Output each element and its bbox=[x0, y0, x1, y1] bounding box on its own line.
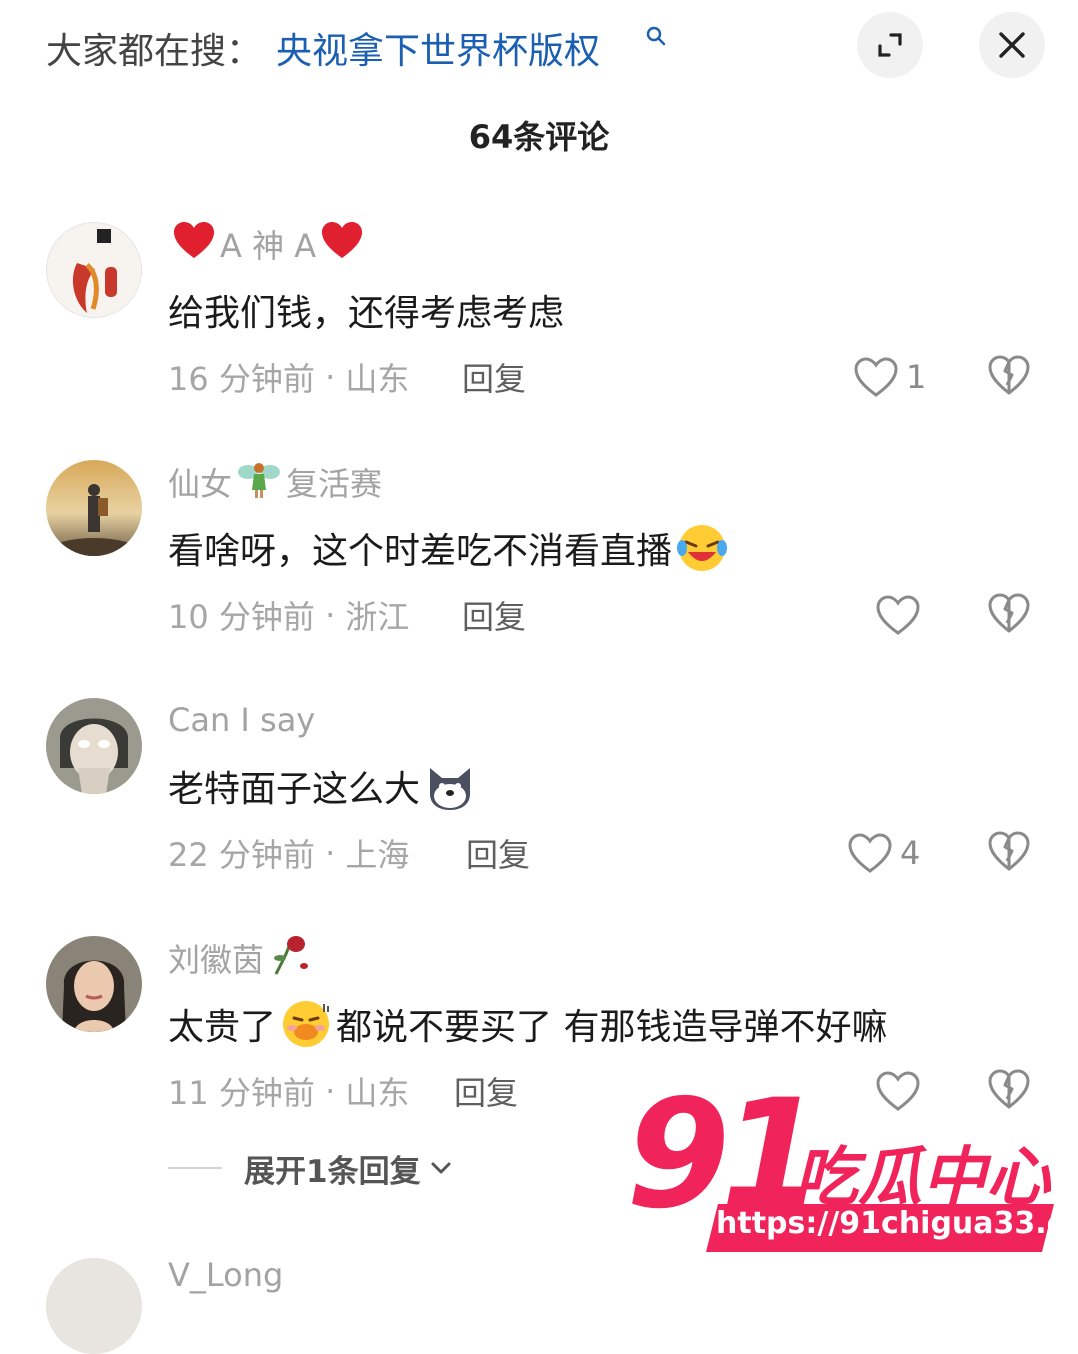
username[interactable]: Can I say bbox=[168, 698, 315, 742]
expand-button[interactable] bbox=[857, 12, 923, 78]
username-text: A 神 A bbox=[220, 227, 317, 265]
comment-meta: 10 分钟前 · 浙江 bbox=[168, 592, 409, 638]
comment-text-content: 太贵了 bbox=[168, 1007, 277, 1048]
watermark-logo: 91 吃瓜中心 https://91chigua33.com bbox=[626, 1068, 1078, 1256]
wilted-rose-icon bbox=[268, 932, 312, 985]
close-icon bbox=[999, 32, 1025, 58]
comment-text-content: 都说不要买了 有那钱造导弹不好嘛 bbox=[336, 1007, 888, 1048]
comment-location: 山东 bbox=[345, 1074, 410, 1112]
top-bar: 大家都在搜： 央视拿下世界杯版权 bbox=[0, 0, 1078, 92]
comment-time: 16 分钟前 bbox=[168, 360, 315, 398]
comment-meta: 16 分钟前 · 山东 bbox=[168, 354, 409, 400]
like-count: 4 bbox=[900, 834, 921, 872]
red-heart-icon bbox=[320, 220, 364, 269]
avatar[interactable] bbox=[46, 222, 142, 318]
comment-text-content: 看啥呀，这个时差吃不消看直播 bbox=[168, 531, 673, 572]
username-text: 复活赛 bbox=[286, 465, 383, 503]
meta-separator: · bbox=[314, 1072, 346, 1110]
comment-meta: 22 分钟前 · 上海 bbox=[168, 830, 409, 876]
reply-button[interactable]: 回复 bbox=[462, 592, 526, 638]
comment-location: 山东 bbox=[345, 360, 410, 398]
avatar[interactable] bbox=[46, 1258, 142, 1354]
dislike-button[interactable] bbox=[987, 591, 1031, 635]
comment-text: 看啥呀，这个时差吃不消看直播 bbox=[168, 522, 728, 574]
dislike-button[interactable] bbox=[987, 829, 1031, 873]
meta-separator: · bbox=[314, 596, 346, 634]
broken-heart-icon bbox=[988, 831, 1030, 871]
reply-button[interactable]: 回复 bbox=[466, 830, 530, 876]
comment-location: 上海 bbox=[345, 836, 410, 874]
comment-text: 太贵了 都说不要买了 有那钱造导弹不好嘛 bbox=[168, 998, 887, 1050]
username[interactable]: 仙女 复活赛 bbox=[168, 460, 382, 504]
watermark-url: https://91chigua33.com bbox=[716, 1206, 1078, 1241]
comment-meta: 11 分钟前 · 山东 bbox=[168, 1068, 409, 1114]
laughing-crying-emoji-icon bbox=[676, 522, 728, 574]
search-icon[interactable] bbox=[646, 26, 666, 53]
username[interactable]: 刘徽茵 bbox=[168, 935, 316, 980]
avatar[interactable] bbox=[46, 460, 142, 556]
comment-time: 11 分钟前 bbox=[168, 1074, 315, 1112]
comment-text: 老特面子这么大 bbox=[168, 760, 476, 812]
expand-replies-label: 展开1条回复 bbox=[244, 1153, 421, 1190]
meta-separator: · bbox=[314, 834, 346, 872]
username-text: Can I say bbox=[168, 701, 316, 739]
trending-search-link[interactable]: 央视拿下世界杯版权 bbox=[276, 22, 600, 74]
divider bbox=[168, 1167, 222, 1169]
comment-item: 仙女 复活赛 看啥呀，这个时差吃不消看直播 10 分钟前 · 浙江 回复 bbox=[0, 460, 1078, 690]
shy-blushing-emoji-icon bbox=[280, 998, 332, 1050]
comment-item: A 神 A 给我们钱，还得考虑考虑 16 分钟前 · 山东 回复 1 bbox=[0, 220, 1078, 452]
username-text[interactable]: V_Long bbox=[168, 1256, 283, 1294]
comment-time: 10 分钟前 bbox=[168, 598, 315, 636]
trending-search-prefix: 大家都在搜： bbox=[46, 31, 263, 72]
comment-text: 给我们钱，还得考虑考虑 bbox=[168, 293, 565, 334]
red-heart-icon bbox=[172, 220, 216, 269]
heart-outline-icon bbox=[848, 833, 892, 873]
username[interactable]: A 神 A bbox=[168, 220, 368, 269]
like-button[interactable]: 1 bbox=[852, 352, 926, 402]
comment-item: Can I say 老特面子这么大 22 分钟前 · 上海 回复 4 bbox=[0, 698, 1078, 928]
like-count: 1 bbox=[906, 358, 927, 396]
reply-button[interactable]: 回复 bbox=[454, 1068, 518, 1114]
avatar[interactable] bbox=[46, 936, 142, 1032]
broken-heart-icon bbox=[988, 593, 1030, 633]
heart-outline-icon bbox=[854, 357, 898, 397]
like-button[interactable] bbox=[874, 590, 928, 640]
fairy-icon bbox=[236, 456, 282, 509]
expand-icon bbox=[878, 33, 902, 57]
username-text: 仙女 bbox=[168, 465, 233, 503]
comment-text-content: 老特面子这么大 bbox=[168, 769, 421, 810]
dislike-button[interactable] bbox=[987, 353, 1031, 397]
like-button[interactable]: 4 bbox=[846, 828, 920, 878]
heart-outline-icon bbox=[876, 595, 920, 635]
username-text: 刘徽茵 bbox=[168, 941, 265, 979]
reply-button[interactable]: 回复 bbox=[462, 354, 526, 400]
expand-replies-button[interactable]: 展开1条回复 bbox=[168, 1148, 453, 1190]
comment-count-title: 64条评论 bbox=[468, 118, 610, 156]
comment-time: 22 分钟前 bbox=[168, 836, 315, 874]
comment-location: 浙江 bbox=[345, 598, 410, 636]
avatar[interactable] bbox=[46, 698, 142, 794]
husky-dog-emoji-icon bbox=[424, 760, 476, 812]
meta-separator: · bbox=[314, 358, 346, 396]
chevron-down-icon bbox=[431, 1162, 451, 1174]
broken-heart-icon bbox=[988, 355, 1030, 395]
close-button[interactable] bbox=[979, 12, 1045, 78]
